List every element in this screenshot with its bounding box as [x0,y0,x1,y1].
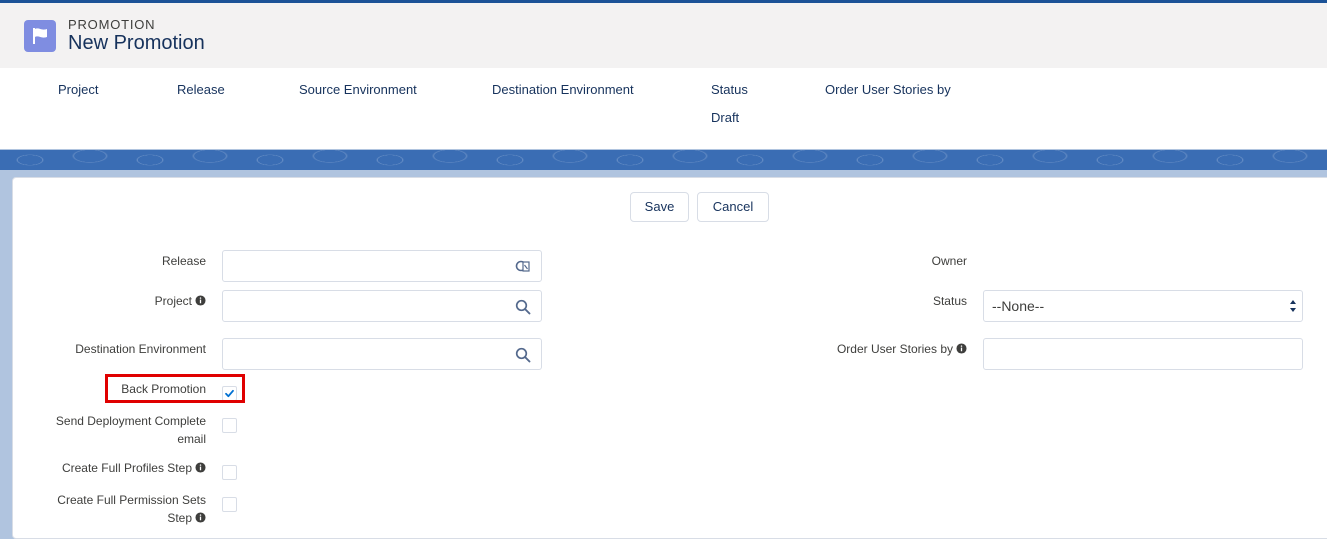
header-field-destination-environment-label: Destination Environment [492,82,634,97]
create-full-permission-sets-step-label-text: Create Full Permission Sets Step [57,493,206,525]
status-label-text: Status [932,294,967,308]
order-user-stories-by-input[interactable] [984,339,1302,369]
info-icon[interactable] [195,462,206,473]
record-header: PROMOTION New Promotion Project Release … [0,3,1327,149]
create-full-profiles-step-field-label: Create Full Profiles Step [40,459,206,477]
info-icon[interactable] [956,343,967,354]
destination-environment-lookup-field[interactable] [222,338,542,370]
order-user-stories-by-field-label: Order User Stories by [760,340,967,358]
header-field-project-label: Project [58,82,99,97]
search-icon[interactable] [515,347,531,363]
create-full-permission-sets-step-field-label: Create Full Permission Sets Step [30,491,206,527]
project-input[interactable] [223,291,541,321]
status-field-label: Status [760,292,967,310]
select-arrows-icon [1290,300,1296,312]
page-title: New Promotion [68,32,205,54]
decorative-pattern-band [0,150,1327,170]
status-selected-value: --None-- [992,298,1045,314]
destination-environment-input[interactable] [223,339,541,369]
send-deployment-complete-email-field-label: Send Deployment Complete email [40,412,206,448]
status-select[interactable]: --None-- [983,290,1303,322]
owner-field-label: Owner [760,252,967,270]
header-field-status-label: Status [711,82,748,97]
header-field-order-user-stories-by-label: Order User Stories by [825,82,951,97]
release-lookup-field[interactable] [222,250,542,282]
search-icon[interactable] [515,299,531,315]
header-field-status-value: Draft [711,110,740,125]
save-button[interactable]: Save [630,192,689,222]
order-user-stories-by-field[interactable] [983,338,1303,370]
send-deployment-complete-email-checkbox[interactable] [222,418,237,433]
release-field-label: Release [40,252,206,270]
header-field-release-label: Release [177,82,225,97]
info-icon[interactable] [195,295,206,306]
release-label-text: Release [161,254,206,268]
project-label-text: Project [154,294,192,308]
project-field-label: Project [40,292,206,310]
destination-environment-field-label: Destination Environment [40,340,206,358]
lookup-search-icon[interactable] [515,259,531,275]
cancel-button[interactable]: Cancel [697,192,769,222]
header-field-source-environment-label: Source Environment [299,82,417,97]
destination-environment-label-text: Destination Environment [75,342,206,356]
create-full-profiles-step-label-text: Create Full Profiles Step [61,461,192,475]
order-user-stories-by-label-text: Order User Stories by [836,342,953,356]
create-full-profiles-step-checkbox[interactable] [222,465,237,480]
highlight-box [105,374,245,403]
info-icon[interactable] [195,512,206,523]
object-type-label: PROMOTION [68,17,156,32]
header-fields-band [0,68,1327,149]
project-lookup-field[interactable] [222,290,542,322]
flag-icon [24,20,56,52]
send-deployment-complete-email-label-text: Send Deployment Complete email [55,414,206,446]
create-full-permission-sets-step-checkbox[interactable] [222,497,237,512]
owner-label-text: Owner [931,254,967,268]
release-input[interactable] [223,251,541,281]
